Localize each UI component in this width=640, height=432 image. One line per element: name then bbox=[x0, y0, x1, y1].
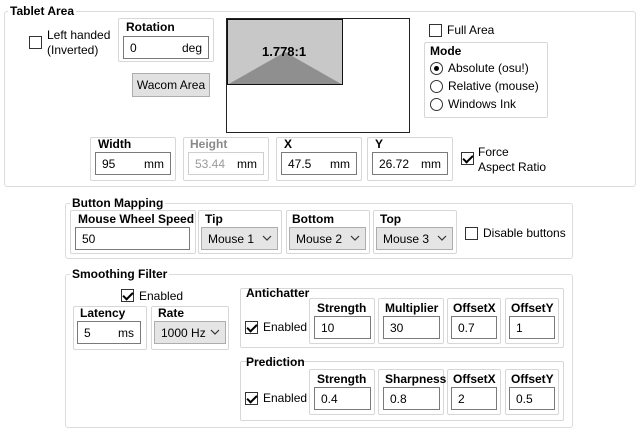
aspect-ratio-label: 1.778:1 bbox=[262, 44, 307, 59]
antichatter-strength-value: 10 bbox=[321, 321, 335, 335]
mouse-wheel-speed-value: 50 bbox=[82, 232, 96, 246]
smoothing-enabled-label[interactable]: Enabled bbox=[139, 289, 183, 303]
prediction-offsetx-input[interactable]: 2 bbox=[451, 387, 497, 410]
tip-value: Mouse 1 bbox=[208, 232, 255, 246]
height-input: 53.44 mm bbox=[188, 152, 264, 175]
rotation-input[interactable]: 0 deg bbox=[123, 36, 209, 59]
chevron-down-icon bbox=[437, 235, 447, 241]
antichatter-strength-input[interactable]: 10 bbox=[314, 316, 371, 339]
active-area-rect: 1.778:1 bbox=[227, 19, 343, 85]
prediction-strength-value: 0.4 bbox=[321, 392, 338, 406]
chevron-down-icon bbox=[350, 235, 360, 241]
latency-input[interactable]: 5 ms bbox=[77, 321, 141, 344]
mode-relative-label[interactable]: Relative (mouse) bbox=[448, 79, 539, 93]
antichatter-offsetx-input[interactable]: 0.7 bbox=[451, 316, 497, 339]
height-value: 53.44 bbox=[195, 157, 226, 171]
force-aspect-checkbox[interactable] bbox=[461, 152, 474, 165]
latency-label: Latency bbox=[80, 306, 126, 320]
rate-label: Rate bbox=[158, 306, 185, 320]
x-value: 47.5 bbox=[288, 157, 312, 171]
prediction-title: Prediction bbox=[246, 355, 305, 369]
tip-label: Tip bbox=[205, 212, 223, 226]
prediction-enabled-checkbox[interactable] bbox=[245, 392, 258, 405]
full-area-checkbox[interactable] bbox=[429, 24, 442, 37]
disable-buttons-checkbox[interactable] bbox=[465, 227, 478, 240]
prediction-strength-label: Strength bbox=[317, 372, 367, 386]
antichatter-enabled-label[interactable]: Enabled bbox=[263, 320, 307, 334]
top-select[interactable]: Mouse 3 bbox=[376, 227, 453, 250]
chevron-down-icon bbox=[262, 235, 272, 241]
mouse-wheel-speed-input[interactable]: 50 bbox=[75, 227, 190, 250]
tablet-area-title: Tablet Area bbox=[8, 4, 77, 18]
mode-absolute-radio[interactable] bbox=[430, 62, 443, 75]
chevron-down-icon bbox=[210, 329, 220, 335]
wacom-area-button[interactable]: Wacom Area bbox=[132, 73, 210, 97]
mode-windows-ink-radio[interactable] bbox=[430, 98, 443, 111]
height-label: Height bbox=[190, 137, 228, 151]
button-mapping-title: Button Mapping bbox=[70, 196, 166, 210]
left-handed-label[interactable]: Left handed (Inverted) bbox=[47, 28, 110, 58]
x-unit: mm bbox=[330, 157, 350, 171]
y-value: 26.72 bbox=[379, 157, 410, 171]
tip-select[interactable]: Mouse 1 bbox=[201, 227, 278, 250]
prediction-strength-input[interactable]: 0.4 bbox=[314, 387, 371, 410]
full-area-label[interactable]: Full Area bbox=[447, 23, 494, 37]
rotation-unit: deg bbox=[181, 41, 202, 55]
antichatter-offsety-label: OffsetY bbox=[511, 301, 554, 315]
prediction-offsety-label: OffsetY bbox=[511, 372, 554, 386]
prediction-sharpness-input[interactable]: 0.8 bbox=[383, 387, 440, 410]
antichatter-offsety-value: 1 bbox=[516, 321, 523, 335]
mode-title: Mode bbox=[430, 44, 462, 58]
mode-relative-radio[interactable] bbox=[430, 80, 443, 93]
latency-unit: ms bbox=[118, 326, 134, 340]
width-input[interactable]: 95 mm bbox=[95, 152, 171, 175]
latency-value: 5 bbox=[84, 326, 91, 340]
y-input[interactable]: 26.72 mm bbox=[372, 152, 448, 175]
bottom-select[interactable]: Mouse 2 bbox=[289, 227, 366, 250]
prediction-offsety-value: 0.5 bbox=[516, 392, 533, 406]
smoothing-filter-title: Smoothing Filter bbox=[70, 267, 170, 281]
width-label: Width bbox=[98, 137, 132, 151]
prediction-sharpness-label: Sharpness bbox=[385, 372, 447, 386]
y-unit: mm bbox=[421, 157, 441, 171]
antichatter-offsetx-label: OffsetX bbox=[453, 301, 496, 315]
antichatter-multiplier-value: 30 bbox=[390, 321, 404, 335]
prediction-enabled-label[interactable]: Enabled bbox=[263, 391, 307, 405]
bottom-label: Bottom bbox=[292, 212, 334, 226]
rotation-value: 0 bbox=[130, 41, 137, 55]
left-handed-checkbox[interactable] bbox=[29, 36, 42, 49]
x-label: X bbox=[284, 137, 293, 151]
mode-windows-ink-label[interactable]: Windows Ink bbox=[448, 97, 516, 111]
prediction-offsety-input[interactable]: 0.5 bbox=[509, 387, 555, 410]
antichatter-multiplier-label: Multiplier bbox=[385, 301, 439, 315]
rotation-label: Rotation bbox=[126, 20, 175, 34]
mouse-wheel-speed-label: Mouse Wheel Speed bbox=[78, 212, 195, 226]
height-unit: mm bbox=[237, 157, 257, 171]
force-aspect-label[interactable]: Force Aspect Ratio bbox=[478, 145, 546, 175]
prediction-sharpness-value: 0.8 bbox=[390, 392, 407, 406]
antichatter-title: Antichatter bbox=[246, 286, 310, 300]
x-input[interactable]: 47.5 mm bbox=[281, 152, 357, 175]
mode-absolute-label[interactable]: Absolute (osu!) bbox=[448, 61, 529, 75]
prediction-offsetx-value: 2 bbox=[458, 392, 465, 406]
smoothing-enabled-checkbox[interactable] bbox=[121, 289, 134, 302]
disable-buttons-label[interactable]: Disable buttons bbox=[483, 226, 566, 240]
width-value: 95 bbox=[102, 157, 116, 171]
antichatter-offsetx-value: 0.7 bbox=[458, 321, 475, 335]
prediction-offsetx-label: OffsetX bbox=[453, 372, 496, 386]
antichatter-enabled-checkbox[interactable] bbox=[245, 321, 258, 334]
top-value: Mouse 3 bbox=[383, 232, 430, 246]
tablet-area-preview[interactable]: 1.778:1 bbox=[226, 18, 410, 133]
bottom-value: Mouse 2 bbox=[296, 232, 343, 246]
top-label: Top bbox=[380, 212, 402, 226]
rate-value: 1000 Hz bbox=[161, 326, 206, 340]
antichatter-multiplier-input[interactable]: 30 bbox=[383, 316, 440, 339]
antichatter-offsety-input[interactable]: 1 bbox=[509, 316, 555, 339]
antichatter-strength-label: Strength bbox=[317, 301, 367, 315]
rate-select[interactable]: 1000 Hz bbox=[154, 321, 226, 344]
width-unit: mm bbox=[144, 157, 164, 171]
y-label: Y bbox=[375, 137, 384, 151]
